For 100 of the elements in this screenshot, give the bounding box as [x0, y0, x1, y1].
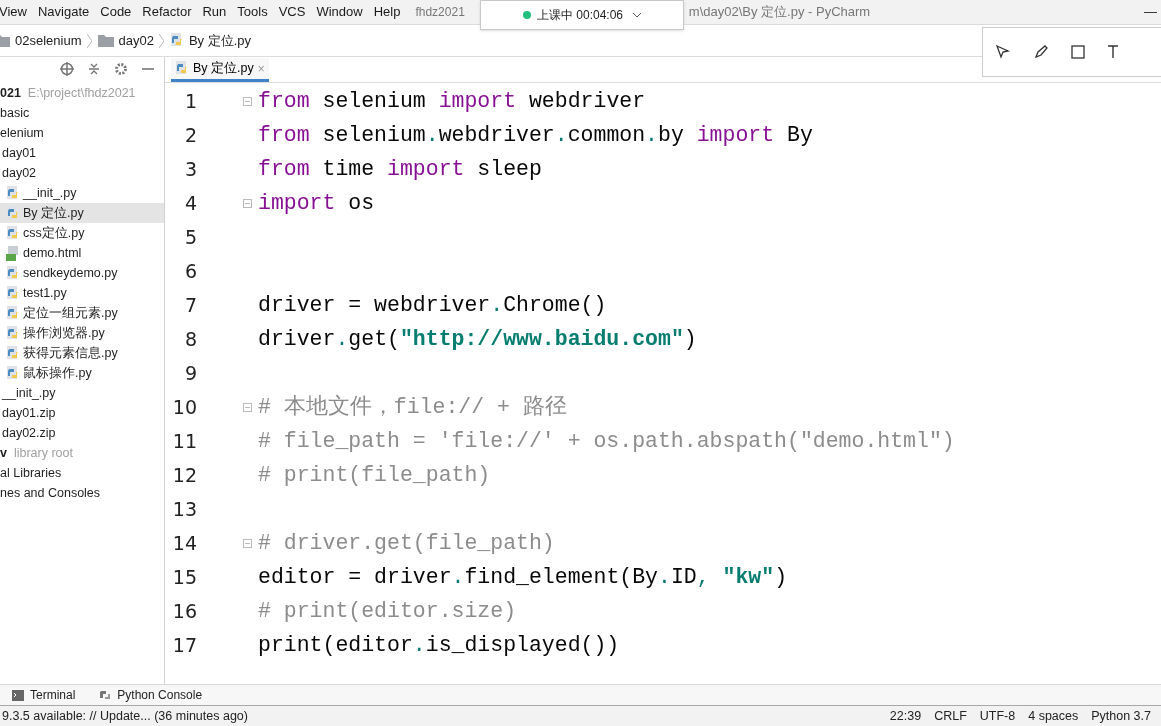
menu-item[interactable]: Run [202, 2, 227, 22]
menu-item[interactable]: Tools [237, 2, 268, 22]
line-number: 3 [183, 156, 197, 182]
code-line: # print(file_path) [258, 461, 491, 489]
python-file-icon [6, 345, 20, 361]
tree-item[interactable]: elenium [0, 123, 164, 143]
class-timer: 上课中 00:04:06 [536, 7, 623, 24]
status-item[interactable]: CRLF [934, 706, 967, 726]
status-item[interactable]: 4 spaces [1028, 706, 1079, 726]
line-number: 13 [171, 496, 197, 522]
tree-item[interactable]: test1.py [0, 283, 164, 303]
fold-marker-icon[interactable] [243, 538, 252, 548]
line-number: 17 [171, 632, 197, 658]
tree-item[interactable]: __init_.py [0, 183, 164, 203]
class-status-popup[interactable]: 上课中 00:04:06 [480, 0, 684, 30]
python-file-icon [169, 33, 184, 48]
code-line: driver = webdriver.Chrome() [258, 291, 607, 319]
tree-item[interactable]: 定位一组元素.py [0, 303, 164, 323]
python-file-icon [6, 285, 20, 301]
code-line: # driver.get(file_path) [258, 529, 555, 557]
tree-item[interactable]: v library root [0, 443, 164, 463]
status-message: 9.3.5 available: // Update... (36 minutes ago) [1, 707, 248, 725]
menu-item[interactable]: Code [100, 2, 132, 22]
status-item[interactable]: 22:39 [889, 706, 922, 726]
line-number: 12 [171, 462, 197, 488]
window-title: m\day02\By 定位.py - PyCharm [688, 3, 871, 22]
status-item[interactable]: UTF-8 [979, 706, 1016, 726]
fold-marker-icon[interactable] [243, 198, 252, 208]
code-line: from time import sleep [258, 155, 542, 183]
terminal-icon [12, 689, 24, 701]
line-number: 9 [183, 360, 197, 386]
chevron-right-icon [86, 33, 92, 48]
line-number: 10 [171, 394, 197, 420]
tree-item[interactable]: __init_.py [0, 383, 164, 403]
tree-item[interactable]: By 定位.py [0, 203, 164, 223]
breadcrumb-item[interactable]: By 定位.py [188, 30, 252, 51]
python-file-icon [175, 61, 189, 76]
editor-tab[interactable]: By 定位.py × [171, 58, 269, 82]
tree-item[interactable]: 获得元素信息.py [0, 343, 164, 363]
tree-item[interactable]: 021 E:\project\fhdz2021 [0, 83, 164, 103]
tree-item[interactable]: sendkeydemo.py [0, 263, 164, 283]
code-line: editor = driver.find_element(By.ID, "kw") [258, 563, 788, 591]
line-number: 14 [171, 530, 197, 556]
tool-window-tab[interactable]: Terminal [12, 686, 76, 704]
line-number: 2 [183, 122, 197, 148]
tree-item[interactable]: nes and Consoles [0, 483, 164, 503]
text-tool-icon[interactable] [1107, 45, 1119, 59]
python-file-icon [6, 325, 20, 341]
tree-item[interactable]: day02 [0, 163, 164, 183]
code-line: from selenium.webdriver.common.by import By [258, 121, 813, 149]
python-file-icon [6, 305, 20, 321]
tree-item[interactable]: css定位.py [0, 223, 164, 243]
code-line: # print(editor.size) [258, 597, 517, 625]
folder-icon [97, 34, 114, 47]
menu-item[interactable]: Navigate [37, 2, 90, 22]
menu-item[interactable]: VCS [278, 2, 306, 22]
pointer-icon[interactable] [995, 44, 1011, 60]
tab-label: By 定位.py [193, 60, 254, 78]
code-line: # file_path = 'file://' + os.path.abspath("demo.html") [258, 427, 955, 455]
breadcrumb-item[interactable]: 02selenium [15, 30, 82, 51]
python-file-icon [6, 365, 20, 381]
code-line: import os [258, 189, 375, 217]
fold-marker-icon[interactable] [243, 96, 252, 106]
tree-item[interactable]: basic [0, 103, 164, 123]
menu-item[interactable]: Refactor [142, 2, 192, 22]
line-number: 5 [183, 224, 197, 250]
tree-item[interactable]: 鼠标操作.py [0, 363, 164, 383]
tree-item[interactable]: demo.html [0, 243, 164, 263]
breadcrumb-item[interactable]: day02 [118, 30, 154, 51]
tool-window-tab[interactable]: Python Console [99, 686, 203, 704]
collapse-icon[interactable] [88, 62, 100, 76]
python-icon [99, 689, 112, 701]
python-file-icon [6, 225, 20, 241]
minimize-button[interactable]: — [1144, 2, 1157, 22]
code-line: driver.get("http://www.baidu.com") [258, 325, 697, 353]
chevron-down-icon [633, 12, 641, 18]
fold-marker-icon[interactable] [243, 402, 252, 412]
chevron-right-icon [158, 33, 164, 48]
python-file-icon [6, 265, 20, 281]
html-file-icon [6, 245, 20, 261]
tree-item[interactable]: day02.zip [0, 423, 164, 443]
code-line: # 本地文件，file:// + 路径 [258, 393, 567, 421]
menu-item[interactable]: Window [316, 2, 363, 22]
menu-item[interactable]: Help [373, 2, 401, 22]
status-item[interactable]: Python 3.7 [1091, 706, 1151, 726]
code-line: from selenium import webdriver [258, 87, 646, 115]
settings-icon[interactable] [114, 62, 128, 76]
line-number: 1 [183, 88, 197, 114]
line-number: 15 [171, 564, 197, 590]
tree-item[interactable]: al Libraries [0, 463, 164, 483]
pen-icon[interactable] [1033, 44, 1049, 60]
code-line: print(editor.is_displayed()) [258, 631, 620, 659]
tree-item[interactable]: day01.zip [0, 403, 164, 423]
locate-icon[interactable] [60, 62, 74, 76]
line-number: 7 [183, 292, 197, 318]
tree-item[interactable]: day01 [0, 143, 164, 163]
tree-item[interactable]: 操作浏览器.py [0, 323, 164, 343]
line-number: 8 [183, 326, 197, 352]
square-icon[interactable] [1071, 45, 1085, 59]
python-file-icon [6, 185, 20, 201]
